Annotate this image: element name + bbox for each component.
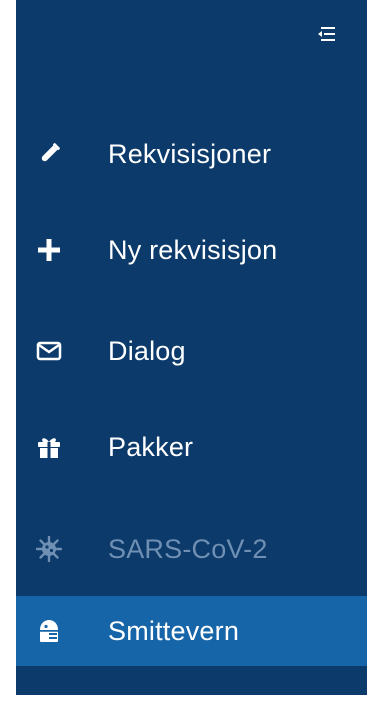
sidebar-item-dialog[interactable]: Dialog [16, 316, 367, 386]
sidebar-item-label: Rekvisisjoner [108, 138, 272, 169]
test-tube-icon [36, 141, 62, 167]
sidebar-item-label: Pakker [108, 431, 194, 462]
collapse-menu-button[interactable] [315, 22, 339, 46]
sidebar-item-label: Dialog [108, 335, 186, 366]
plus-icon [36, 237, 62, 263]
envelope-icon [36, 338, 62, 364]
sidebar-item-label: Smittevern [108, 615, 240, 646]
infection-control-icon [36, 618, 62, 644]
sidebar-nav: Rekvisisjoner Ny rekvisisjon Dialog Pakk… [16, 0, 367, 695]
sidebar-item-sars-cov-2[interactable]: SARS-CoV-2 [16, 514, 367, 584]
sidebar-item-label: Ny rekvisisjon [108, 234, 278, 265]
gift-icon [36, 434, 62, 460]
sidebar-item-label: SARS-CoV-2 [108, 533, 268, 564]
virus-icon [36, 536, 62, 562]
sidebar-item-ny-rekvisisjon[interactable]: Ny rekvisisjon [16, 215, 367, 285]
collapse-menu-icon [318, 27, 335, 41]
sidebar-item-rekvisisjoner[interactable]: Rekvisisjoner [16, 119, 367, 189]
sidebar-item-smittevern[interactable]: Smittevern [16, 596, 367, 666]
sidebar-item-pakker[interactable]: Pakker [16, 412, 367, 482]
